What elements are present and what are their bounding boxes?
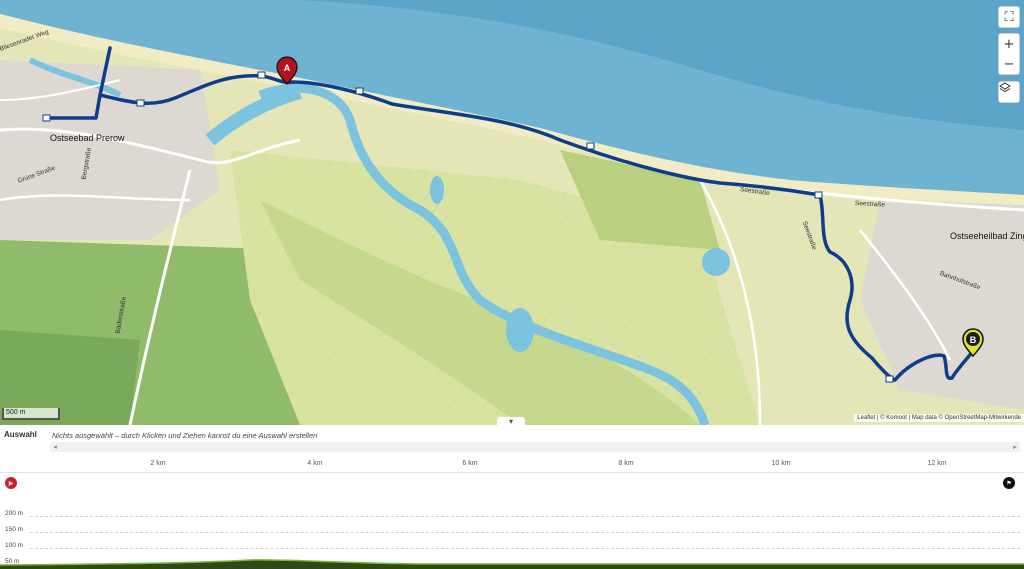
elevation-profile[interactable] — [0, 559, 1024, 569]
zoom-out-button[interactable]: − — [998, 54, 1020, 74]
km-tick: 4 km — [307, 460, 323, 467]
map-attribution[interactable]: Leaflet | © Komoot | Map data © OpenStre… — [854, 414, 1024, 422]
elevation-gridline — [30, 532, 1020, 533]
km-tick: 8 km — [618, 460, 634, 467]
elevation-panel[interactable]: Auswahl Nichts ausgewählt – durch Klicke… — [0, 425, 1024, 569]
elevation-gridline — [30, 548, 1020, 549]
selection-scrollbar[interactable]: ◂ ▸ — [50, 442, 1020, 452]
distance-axis: 2 km 4 km 6 km 8 km 10 km 12 km — [0, 458, 1024, 473]
fullscreen-icon: ⛶ — [1004, 9, 1014, 25]
selection-title: Auswahl — [4, 430, 37, 439]
elevation-gridline — [30, 516, 1020, 517]
km-tick: 2 km — [150, 460, 166, 467]
km-tick: 12 km — [927, 460, 947, 467]
marker-a-label: A — [284, 63, 291, 73]
layers-button[interactable] — [998, 81, 1020, 103]
place-zingst: Ostseeheilbad Zing — [950, 231, 1024, 241]
route-arrow-icon — [42, 114, 51, 122]
route-arrow-icon — [136, 99, 145, 107]
route-arrow-icon — [814, 191, 823, 199]
map-canvas[interactable]: A B — [0, 0, 1024, 425]
map-scale: 500 m — [2, 408, 60, 420]
selection-hint: Nichts ausgewählt – durch Klicken und Zi… — [52, 431, 318, 440]
panel-collapse-button[interactable]: ▾ — [497, 417, 525, 425]
street-seestrasse-2: Seestraße — [854, 200, 886, 209]
pond-2 — [702, 248, 730, 276]
elevation-label: 100 m — [5, 542, 24, 549]
scroll-right-icon[interactable]: ▸ — [1010, 442, 1020, 452]
layers-icon — [999, 82, 1011, 93]
route-arrow-icon — [257, 71, 266, 79]
place-prerow: Ostseebad Prerow — [50, 133, 125, 143]
town-prerow — [0, 60, 220, 240]
route-arrow-icon — [586, 142, 595, 150]
km-tick: 6 km — [462, 460, 478, 467]
marker-b-label: B — [970, 335, 977, 345]
scroll-left-icon[interactable]: ◂ — [50, 442, 60, 452]
map[interactable]: A B Ostseebad Prerow Ostseeheilbad Zing … — [0, 0, 1024, 425]
elevation-label: 200 m — [5, 510, 24, 517]
route-arrow-icon — [355, 87, 364, 95]
pond-1 — [430, 176, 444, 204]
pond-3 — [506, 308, 534, 352]
zoom-control: + − — [998, 33, 1020, 75]
zoom-in-button[interactable]: + — [998, 34, 1020, 54]
route-arrow-icon — [885, 375, 894, 383]
chevron-down-icon: ▾ — [508, 417, 513, 425]
elevation-label: 150 m — [5, 526, 24, 533]
km-tick: 10 km — [771, 460, 791, 467]
finish-flag-icon: ⚑ — [1003, 477, 1015, 489]
start-flag-icon: ▶ — [5, 477, 17, 489]
fullscreen-button[interactable]: ⛶ — [998, 6, 1020, 28]
